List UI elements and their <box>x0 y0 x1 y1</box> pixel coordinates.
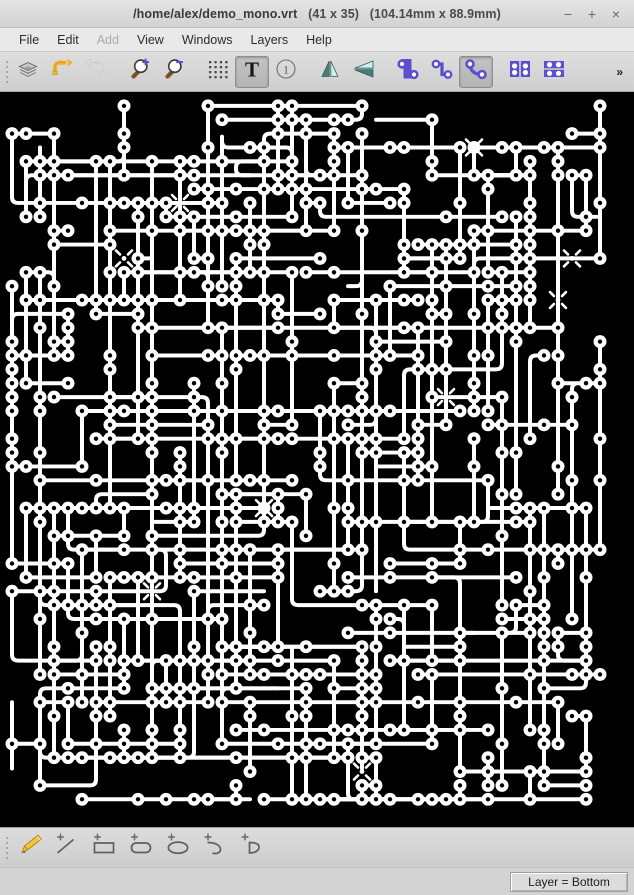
window-title: /home/alex/demo_mono.vrt (41 x 35) (104.… <box>0 7 634 21</box>
svg-text:T: T <box>245 58 259 82</box>
close-button[interactable]: × <box>605 4 627 24</box>
pad-array-rows-icon <box>541 57 567 86</box>
pencil-tool-icon <box>15 832 45 863</box>
grid-dots-icon <box>206 58 230 85</box>
title-bar: /home/alex/demo_mono.vrt (41 x 35) (104.… <box>0 0 634 28</box>
status-layer-indicator: Layer = Bottom <box>510 871 628 892</box>
grid-dots-button[interactable] <box>201 56 235 88</box>
toolbar-overflow-button[interactable]: » <box>609 61 630 83</box>
pcb-canvas[interactable] <box>0 92 634 827</box>
pcb-artwork <box>5 99 607 806</box>
menu-item-view[interactable]: View <box>128 31 173 49</box>
layers-button[interactable] <box>11 56 45 88</box>
trace-thin-corner-icon <box>428 57 456 86</box>
rectangle-tool-icon <box>89 832 119 863</box>
svg-text:1: 1 <box>283 63 289 77</box>
window-title-size: (104.14mm x 88.9mm) <box>369 6 501 21</box>
menu-item-windows[interactable]: Windows <box>173 31 242 49</box>
zoom-out-button[interactable] <box>157 56 191 88</box>
menu-item-layers[interactable]: Layers <box>242 31 298 49</box>
menu-item-add: Add <box>96 32 119 47</box>
drawing-toolbar <box>0 827 634 867</box>
pie-segment-tool-icon <box>237 832 267 863</box>
zoom-in-button[interactable] <box>123 56 157 88</box>
pad-array-rows-button[interactable] <box>537 56 571 88</box>
mirror-vertical-button[interactable] <box>313 56 347 88</box>
layer-number-button[interactable]: 1 <box>269 56 303 88</box>
window-title-grid: (41 x 35) <box>308 6 360 21</box>
trace-thin-corner-button[interactable] <box>425 56 459 88</box>
text-tool-button[interactable]: T <box>235 55 269 88</box>
arc-tool-icon <box>200 832 230 863</box>
undo-button[interactable] <box>45 56 79 88</box>
rounded-rect-tool-button[interactable] <box>122 832 159 864</box>
trace-corner-icon <box>394 57 422 86</box>
trace-curve-button[interactable] <box>459 55 493 88</box>
window-controls: − + × <box>557 4 634 24</box>
ellipse-tool-icon <box>163 832 193 863</box>
pad-array-columns-button[interactable] <box>503 56 537 88</box>
minimize-button[interactable]: − <box>557 4 579 24</box>
menu-bar: File Edit Add View Windows Layers Help <box>0 28 634 52</box>
rounded-rect-tool-icon <box>126 832 156 863</box>
line-tool-button[interactable] <box>48 832 85 864</box>
status-bar: Layer = Bottom <box>0 867 634 895</box>
menu-item-file[interactable]: File <box>10 31 48 49</box>
trace-curve-icon <box>462 57 490 86</box>
pie-segment-tool-button[interactable] <box>233 832 270 864</box>
mirror-horizontal-button[interactable] <box>347 56 381 88</box>
layer-number-icon: 1 <box>274 57 298 86</box>
undo-icon <box>49 57 75 86</box>
mirror-horizontal-icon <box>350 57 378 86</box>
pad-array-columns-icon <box>507 57 533 86</box>
menu-item-edit[interactable]: Edit <box>48 31 88 49</box>
main-toolbar: T 1 » <box>0 52 634 92</box>
window-title-path: /home/alex/demo_mono.vrt <box>133 6 298 21</box>
line-tool-icon <box>52 832 82 863</box>
layers-icon <box>16 57 40 86</box>
toolbar-drag-handle[interactable] <box>2 59 11 85</box>
menu-item-help[interactable]: Help <box>297 31 341 49</box>
pencil-tool-button[interactable] <box>11 832 48 864</box>
mirror-vertical-icon <box>317 57 343 86</box>
zoom-out-icon <box>161 57 187 86</box>
text-tool-icon: T <box>241 57 263 86</box>
zoom-in-icon <box>127 57 153 86</box>
maximize-button[interactable]: + <box>581 4 603 24</box>
rectangle-tool-button[interactable] <box>85 832 122 864</box>
redo-icon <box>83 57 109 86</box>
drawing-toolbar-drag-handle[interactable] <box>2 835 11 861</box>
arc-tool-button[interactable] <box>196 832 233 864</box>
application-window: /home/alex/demo_mono.vrt (41 x 35) (104.… <box>0 0 634 895</box>
trace-corner-button[interactable] <box>391 56 425 88</box>
redo-button[interactable] <box>79 56 113 88</box>
ellipse-tool-button[interactable] <box>159 832 196 864</box>
